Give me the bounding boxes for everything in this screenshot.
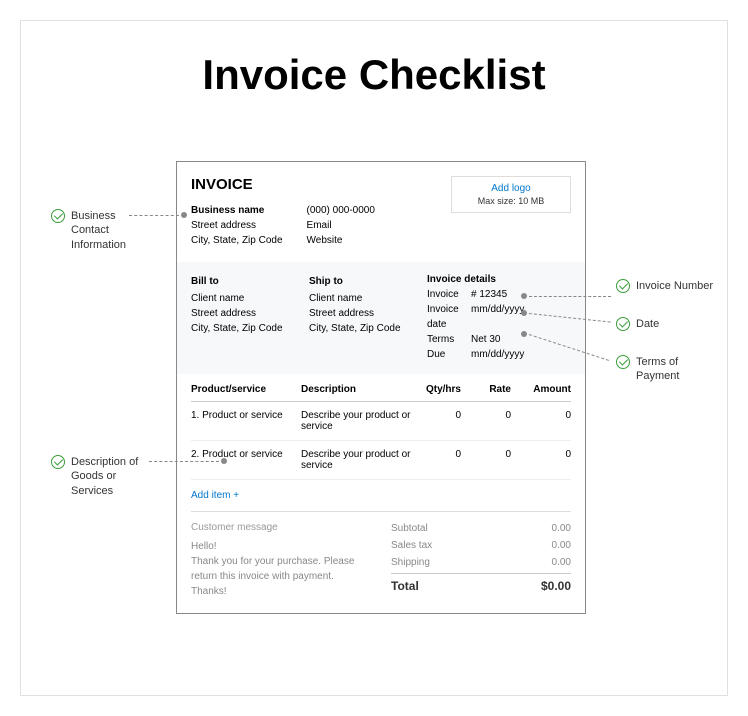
- subtotal-label: Subtotal: [391, 520, 428, 537]
- item-name: 1. Product or service: [191, 410, 301, 432]
- col-rate: Rate: [461, 384, 511, 395]
- page-title: Invoice Checklist: [21, 51, 727, 99]
- item-qty: 0: [411, 449, 461, 471]
- business-city: City, State, Zip Code: [191, 233, 283, 248]
- logo-upload-box[interactable]: Add logo Max size: 10 MB: [451, 176, 571, 213]
- billing-block: Bill to Client name Street address City,…: [177, 262, 585, 374]
- anno-text: Terms of Payment: [636, 355, 679, 384]
- customer-message-body: Hello! Thank you for your purchase. Plea…: [191, 539, 381, 599]
- add-item-link[interactable]: Add item +: [191, 480, 571, 511]
- anno-business-contact: Business Contact Information: [51, 209, 126, 252]
- anno-text: Description of Goods or Services: [71, 455, 138, 498]
- bill-to-city: City, State, Zip Code: [191, 321, 291, 336]
- anno-invoice-number: Invoice Number: [616, 279, 713, 293]
- invoice-num-label: Invoice: [427, 287, 467, 302]
- due-label: Due: [427, 347, 467, 362]
- item-amount: 0: [511, 449, 571, 471]
- item-qty: 0: [411, 410, 461, 432]
- dash-line: [129, 215, 179, 216]
- invoice-header-left: INVOICE Business name Street address Cit…: [191, 176, 375, 248]
- invoice-date-label: Invoice date: [427, 302, 467, 332]
- invoice-card: INVOICE Business name Street address Cit…: [176, 161, 586, 614]
- total-val: $0.00: [541, 576, 571, 596]
- shipping-label: Shipping: [391, 554, 430, 571]
- item-amount: 0: [511, 410, 571, 432]
- anno-text: Invoice Number: [636, 279, 713, 293]
- ship-to-name: Client name: [309, 291, 409, 306]
- check-icon: [51, 209, 65, 223]
- invoice-heading: INVOICE: [191, 176, 375, 193]
- col-description: Description: [301, 384, 411, 395]
- item-name: 2. Product or service: [191, 449, 301, 471]
- total-label: Total: [391, 576, 419, 596]
- bill-to-col: Bill to Client name Street address City,…: [191, 274, 291, 362]
- add-logo-link[interactable]: Add logo: [460, 183, 562, 194]
- check-icon: [51, 455, 65, 469]
- dash-line: [149, 461, 219, 462]
- invoice-footer: Customer message Hello! Thank you for yo…: [191, 511, 571, 599]
- terms-label: Terms: [427, 332, 467, 347]
- tax-val: 0.00: [552, 537, 571, 554]
- invoice-details-col: Invoice details Invoice # 12345 Invoice d…: [427, 274, 571, 362]
- anno-description: Description of Goods or Services: [51, 455, 138, 498]
- business-address: Business name Street address City, State…: [191, 203, 283, 248]
- customer-message: Customer message Hello! Thank you for yo…: [191, 520, 381, 599]
- ship-to-street: Street address: [309, 306, 409, 321]
- business-contact-col: (000) 000-0000 Email Website: [307, 203, 375, 248]
- anno-text: Business Contact Information: [71, 209, 126, 252]
- shipping-val: 0.00: [552, 554, 571, 571]
- col-product: Product/service: [191, 384, 301, 395]
- item-desc: Describe your product or service: [301, 410, 411, 432]
- anno-text: Date: [636, 317, 659, 331]
- table-row: 1. Product or service Describe your prod…: [191, 402, 571, 441]
- item-rate: 0: [461, 410, 511, 432]
- anno-date: Date: [616, 317, 659, 331]
- dot-icon: [521, 310, 527, 316]
- outer-frame: Invoice Checklist INVOICE Business name …: [20, 20, 728, 696]
- tax-label: Sales tax: [391, 537, 432, 554]
- bill-to-heading: Bill to: [191, 274, 291, 289]
- check-icon: [616, 317, 630, 331]
- item-rate: 0: [461, 449, 511, 471]
- dash-line: [529, 296, 611, 297]
- table-header: Product/service Description Qty/hrs Rate…: [191, 374, 571, 402]
- invoice-header: INVOICE Business name Street address Cit…: [191, 176, 571, 248]
- col-amount: Amount: [511, 384, 571, 395]
- item-desc: Describe your product or service: [301, 449, 411, 471]
- ship-to-col: Ship to Client name Street address City,…: [309, 274, 409, 362]
- business-email: Email: [307, 218, 375, 233]
- dot-icon: [521, 293, 527, 299]
- ship-to-heading: Ship to: [309, 274, 409, 289]
- dot-icon: [221, 458, 227, 464]
- business-name: Business name: [191, 203, 283, 218]
- check-icon: [616, 355, 630, 369]
- logo-max-size: Max size: 10 MB: [460, 196, 562, 206]
- dot-icon: [181, 212, 187, 218]
- totals: Subtotal0.00 Sales tax0.00 Shipping0.00 …: [391, 520, 571, 599]
- anno-terms: Terms of Payment: [616, 355, 679, 384]
- bill-to-street: Street address: [191, 306, 291, 321]
- customer-message-title: Customer message: [191, 520, 381, 535]
- invoice-num: # 12345: [471, 287, 507, 302]
- ship-to-city: City, State, Zip Code: [309, 321, 409, 336]
- bill-to-name: Client name: [191, 291, 291, 306]
- dot-icon: [521, 331, 527, 337]
- table-row: 2. Product or service Describe your prod…: [191, 441, 571, 480]
- col-qty: Qty/hrs: [411, 384, 461, 395]
- subtotal-val: 0.00: [552, 520, 571, 537]
- business-street: Street address: [191, 218, 283, 233]
- business-row: Business name Street address City, State…: [191, 203, 375, 248]
- business-website: Website: [307, 233, 375, 248]
- check-icon: [616, 279, 630, 293]
- terms-val: Net 30: [471, 332, 500, 347]
- due-val: mm/dd/yyyy: [471, 347, 524, 362]
- invoice-details-heading: Invoice details: [427, 274, 571, 285]
- business-phone: (000) 000-0000: [307, 203, 375, 218]
- invoice-date: mm/dd/yyyy: [471, 302, 524, 332]
